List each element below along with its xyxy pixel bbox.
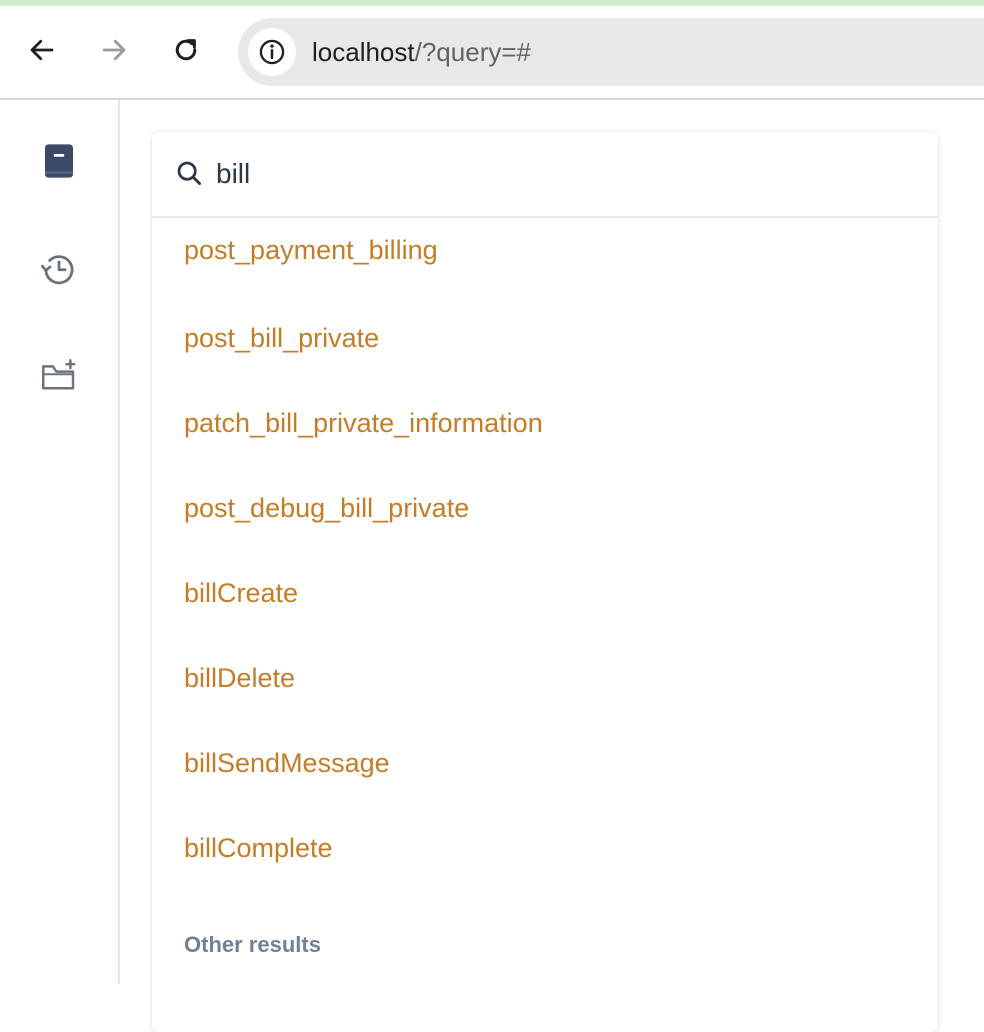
other-results-heading: Other results: [184, 932, 321, 957]
url-host: localhost: [312, 37, 415, 67]
back-arrow-icon: [30, 39, 54, 61]
reload-icon: [175, 39, 197, 61]
result-item[interactable]: billComplete: [152, 806, 938, 891]
sidebar-item-collections[interactable]: [36, 138, 82, 184]
sidebar-item-new-folder[interactable]: [36, 353, 82, 399]
url-path: /?query=#: [414, 37, 531, 67]
result-item[interactable]: billCreate: [152, 551, 938, 636]
search-panel: post_payment_billing post_bill_private p…: [152, 132, 938, 1032]
results-list: post_payment_billing post_bill_private p…: [152, 218, 938, 891]
book-icon: [45, 144, 73, 178]
search-input[interactable]: [216, 152, 906, 196]
forward-button[interactable]: [92, 28, 136, 72]
result-item[interactable]: post_debug_bill_private: [152, 466, 938, 551]
site-info-button[interactable]: [248, 28, 296, 76]
info-icon: [259, 39, 285, 65]
forward-arrow-icon: [102, 39, 126, 61]
address-bar[interactable]: localhost/?query=#: [238, 18, 984, 86]
result-item[interactable]: post_payment_billing: [152, 218, 938, 296]
reload-button[interactable]: [164, 28, 208, 72]
result-item[interactable]: billDelete: [152, 636, 938, 721]
url-text[interactable]: localhost/?query=#: [312, 37, 531, 68]
search-bar: [152, 132, 938, 218]
sidebar-item-history[interactable]: [36, 245, 82, 291]
back-button[interactable]: [20, 28, 64, 72]
main-content: post_payment_billing post_bill_private p…: [120, 100, 984, 1032]
result-item[interactable]: patch_bill_private_information: [152, 381, 938, 466]
result-item[interactable]: post_bill_private: [152, 296, 938, 381]
sidebar: [0, 100, 120, 984]
search-icon: [174, 158, 204, 188]
browser-toolbar: localhost/?query=#: [0, 6, 984, 100]
result-item[interactable]: billSendMessage: [152, 721, 938, 806]
history-icon: [40, 255, 74, 285]
folder-plus-icon: [42, 359, 76, 390]
